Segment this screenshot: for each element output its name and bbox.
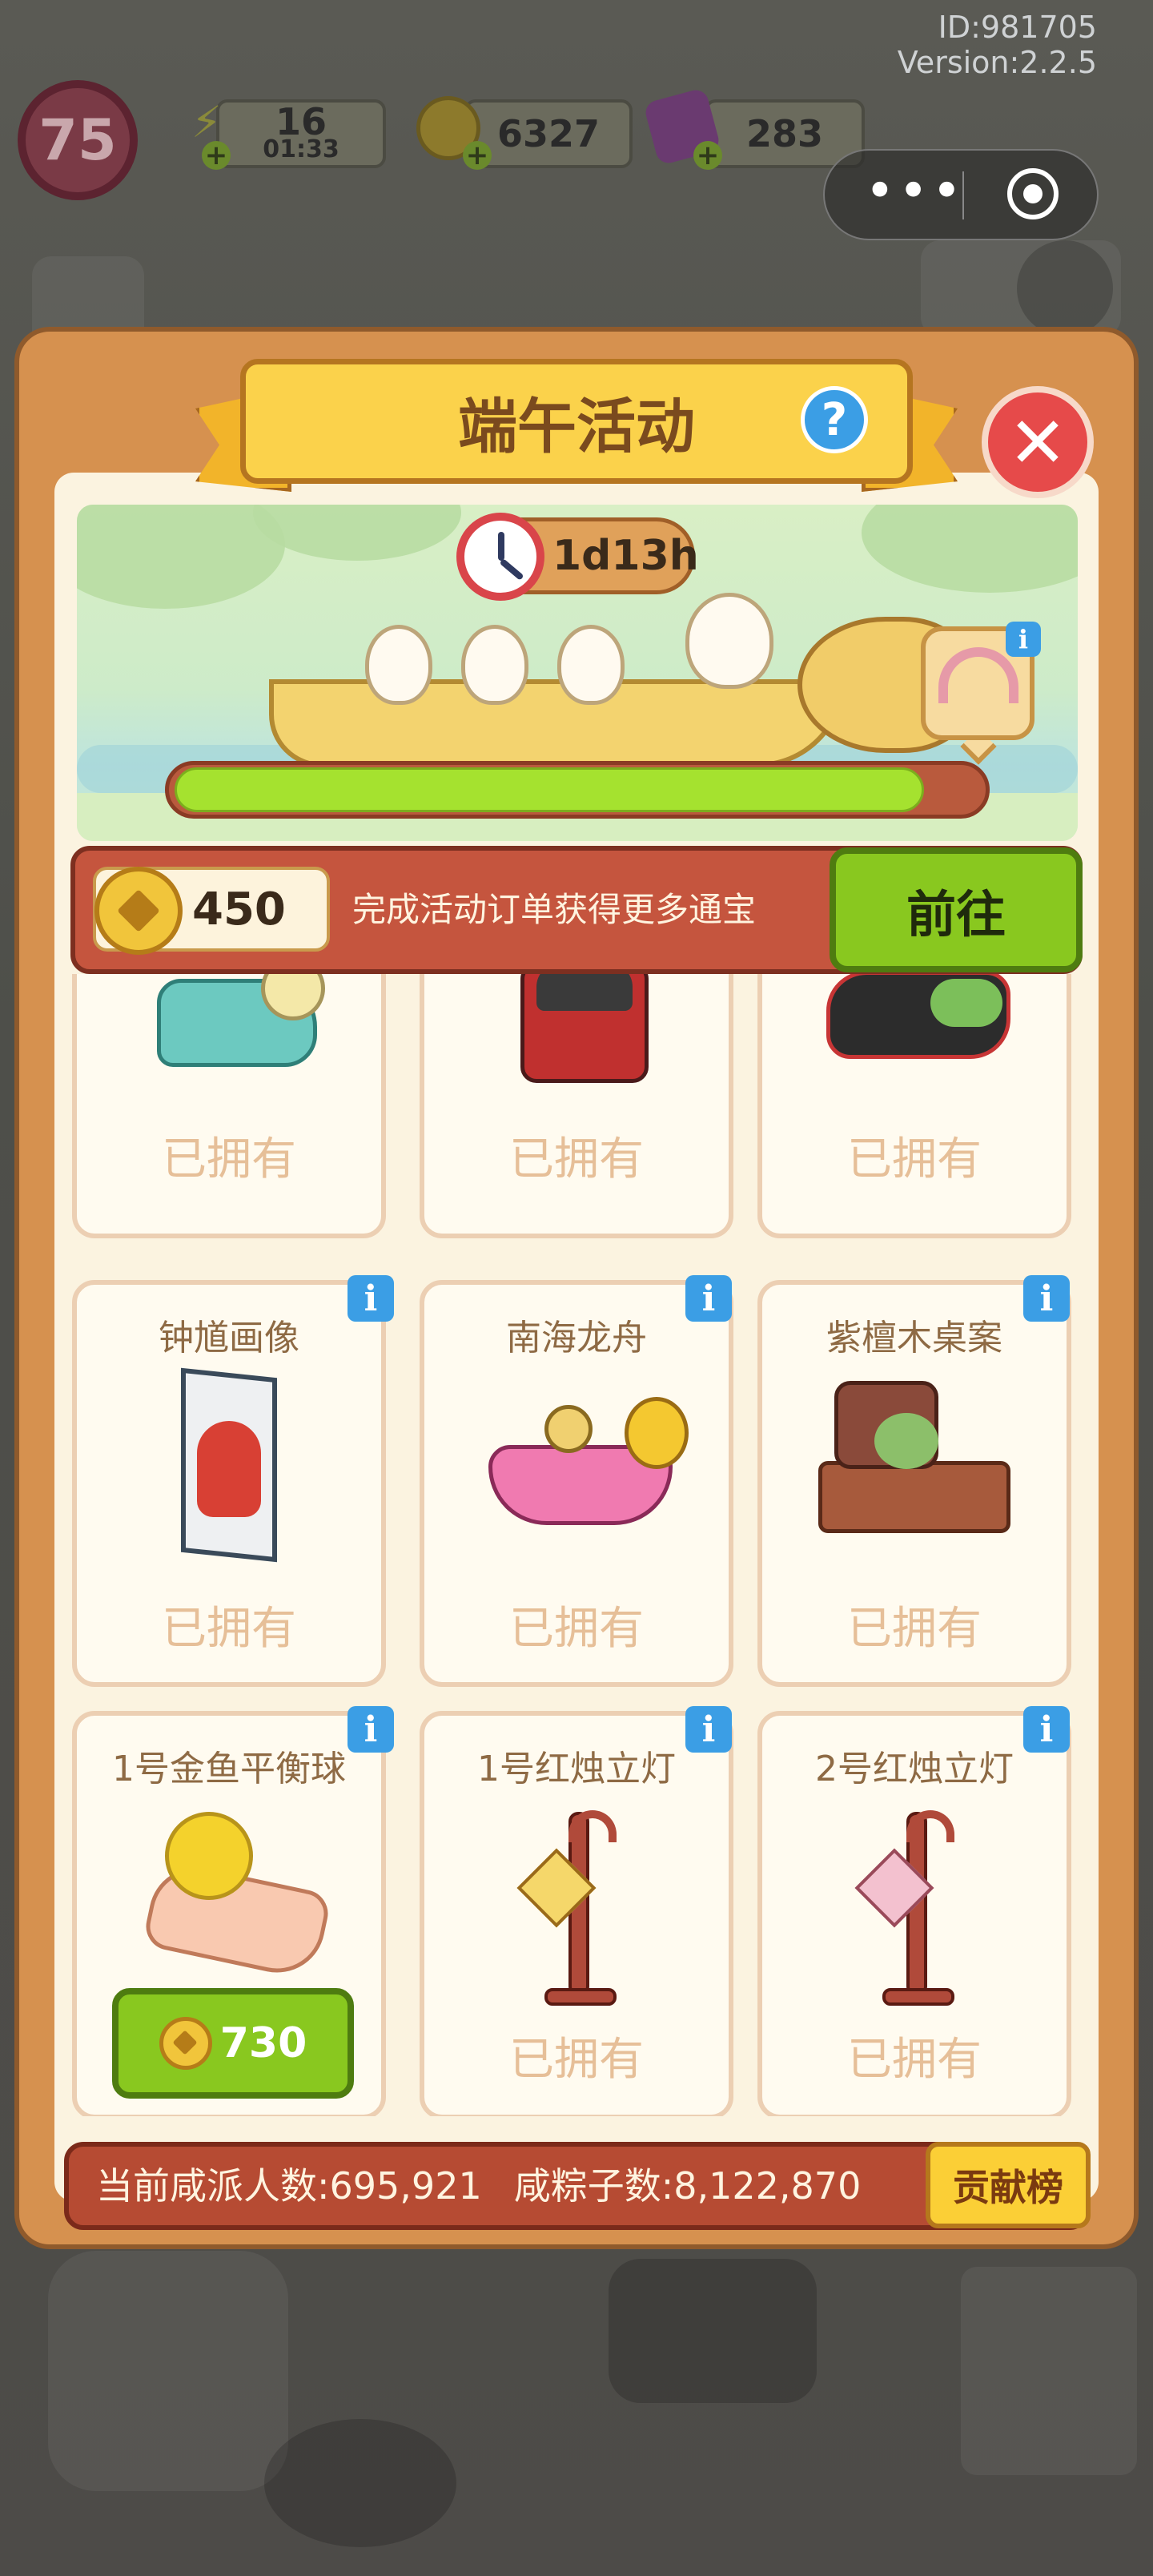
item-image-drum xyxy=(544,1405,593,1453)
zongzi-drummer xyxy=(685,593,773,689)
item-card[interactable]: 1号金鱼平衡球 730 xyxy=(72,1711,386,2116)
item-status: 已拥有 xyxy=(847,2034,982,2086)
dragon-boat xyxy=(269,679,846,767)
info-icon: i xyxy=(364,1278,378,1319)
item-status: 已拥有 xyxy=(162,1603,296,1655)
salty-zongzi-label: 咸粽子数: xyxy=(513,2164,674,2208)
capsule-divider xyxy=(962,171,964,219)
build-info: ID:981705 Version:2.2.5 xyxy=(898,10,1097,80)
item-image-leaf xyxy=(930,979,1002,1027)
item-status: 已拥有 xyxy=(847,1133,982,1185)
item-image-dragon-head xyxy=(625,1397,689,1469)
item-status: 已拥有 xyxy=(847,1603,982,1655)
add-energy-button[interactable]: + xyxy=(202,141,231,170)
currency-description: 完成活动订单获得更多通宝 xyxy=(352,890,757,929)
item-status: 已拥有 xyxy=(509,2034,644,2086)
item-image-golden-ball xyxy=(165,1812,253,1900)
item-card[interactable]: 1号红烛立灯 已拥有 xyxy=(420,1711,733,2116)
item-status: 已拥有 xyxy=(162,1133,296,1185)
gem-value: 283 xyxy=(745,112,824,155)
clock-hand xyxy=(498,532,504,561)
salty-zongzi-count: 8,122,870 xyxy=(673,2164,862,2208)
info-icon: i xyxy=(1039,1278,1054,1319)
item-name: 1号红烛立灯 xyxy=(477,1749,676,1789)
level-badge[interactable]: 75 xyxy=(18,80,138,200)
energy-value: 16 xyxy=(275,100,327,143)
close-miniprogram-dot xyxy=(1023,184,1043,203)
contribution-ranking-button[interactable]: 贡献榜 xyxy=(926,2142,1091,2228)
go-button-label: 前往 xyxy=(906,885,1006,944)
info-icon: i xyxy=(364,1709,378,1750)
item-card[interactable]: 已拥有 xyxy=(757,974,1071,1238)
item-card[interactable]: 已拥有 xyxy=(420,974,733,1238)
event-timer-text: 1d13h xyxy=(552,532,699,580)
zongzi-rower xyxy=(557,625,625,705)
settings-gear-icon[interactable] xyxy=(1017,240,1113,336)
help-button[interactable]: ? xyxy=(801,386,868,453)
background-decor xyxy=(961,2267,1137,2475)
item-status: 已拥有 xyxy=(509,1133,644,1185)
info-icon: i xyxy=(701,1709,716,1750)
player-id: ID:981705 xyxy=(938,10,1097,45)
coin-value: 6327 xyxy=(496,112,601,155)
question-icon: ? xyxy=(821,393,848,446)
reward-info-button[interactable]: i xyxy=(1006,622,1041,657)
item-name: 紫檀木桌案 xyxy=(826,1318,1002,1358)
buy-button[interactable]: 730 xyxy=(112,1988,354,2099)
item-name: 钟馗画像 xyxy=(159,1318,299,1358)
item-status: 已拥有 xyxy=(509,1603,644,1655)
close-icon: ✕ xyxy=(1008,400,1067,484)
item-name: 南海龙舟 xyxy=(506,1318,647,1358)
info-icon: i xyxy=(1039,1709,1054,1750)
item-info-button[interactable]: i xyxy=(348,1275,394,1322)
salty-faction-count: 695,921 xyxy=(329,2164,482,2208)
item-name: 1号金鱼平衡球 xyxy=(112,1749,346,1789)
item-info-button[interactable]: i xyxy=(1023,1706,1070,1753)
add-gems-button[interactable]: + xyxy=(693,141,722,170)
leaf-decor xyxy=(862,505,1078,593)
item-card[interactable]: 紫檀木桌案 已拥有 xyxy=(757,1280,1071,1687)
item-grid[interactable]: 已拥有 已拥有 已拥有 钟馗画像 已拥有 南海龙舟 已拥有 紫檀木桌案 已拥有 … xyxy=(69,974,1084,2116)
level-number: 75 xyxy=(38,107,117,173)
item-info-button[interactable]: i xyxy=(348,1706,394,1753)
salty-faction-label: 当前咸派人数: xyxy=(96,2164,330,2208)
item-image-portrait-figure xyxy=(197,1421,261,1517)
leaf-decor xyxy=(253,505,461,561)
add-coins-button[interactable]: + xyxy=(463,141,492,170)
info-icon: i xyxy=(701,1278,716,1319)
ranking-label: 贡献榜 xyxy=(953,2166,1063,2209)
zongzi-rower xyxy=(461,625,528,705)
item-card[interactable]: 钟馗画像 已拥有 xyxy=(72,1280,386,1687)
item-image-lamp-base xyxy=(882,1988,954,2006)
item-card[interactable]: 2号红烛立灯 已拥有 xyxy=(757,1711,1071,2116)
zongzi-rower xyxy=(365,625,432,705)
version-label: Version:2.2.5 xyxy=(897,45,1097,80)
item-image-plant xyxy=(874,1413,938,1469)
close-button[interactable]: ✕ xyxy=(982,386,1094,498)
tongbao-coin-icon xyxy=(159,2017,212,2070)
event-currency-amount: 450 xyxy=(192,883,286,936)
item-image-lamp-base xyxy=(544,1988,617,2006)
more-menu-icon[interactable]: ••• xyxy=(865,166,962,219)
stats-text: 当前咸派人数:695,921 咸粽子数:8,122,870 xyxy=(96,2143,921,2228)
info-icon: i xyxy=(1018,624,1029,654)
event-progress-fill xyxy=(175,767,924,812)
item-card[interactable]: 已拥有 xyxy=(72,974,386,1238)
item-info-button[interactable]: i xyxy=(685,1706,732,1753)
item-name: 2号红烛立灯 xyxy=(815,1749,1014,1789)
energy-timer: 01:33 xyxy=(263,135,339,163)
item-info-button[interactable]: i xyxy=(685,1275,732,1322)
item-image-rosewood-table xyxy=(818,1461,1010,1533)
miniprogram-capsule: ••• xyxy=(823,149,1099,240)
energy-counter[interactable]: 16 01:33 xyxy=(216,99,386,168)
item-info-button[interactable]: i xyxy=(1023,1275,1070,1322)
item-image-hat xyxy=(536,974,633,1011)
panel-title: 端午活动 xyxy=(458,392,695,461)
item-price: 730 xyxy=(219,2019,307,2067)
background-decor xyxy=(48,2251,288,2491)
background-decor xyxy=(609,2259,817,2403)
background-decor xyxy=(264,2419,456,2547)
go-button[interactable]: 前往 xyxy=(830,847,1083,972)
item-card[interactable]: 南海龙舟 已拥有 xyxy=(420,1280,733,1687)
